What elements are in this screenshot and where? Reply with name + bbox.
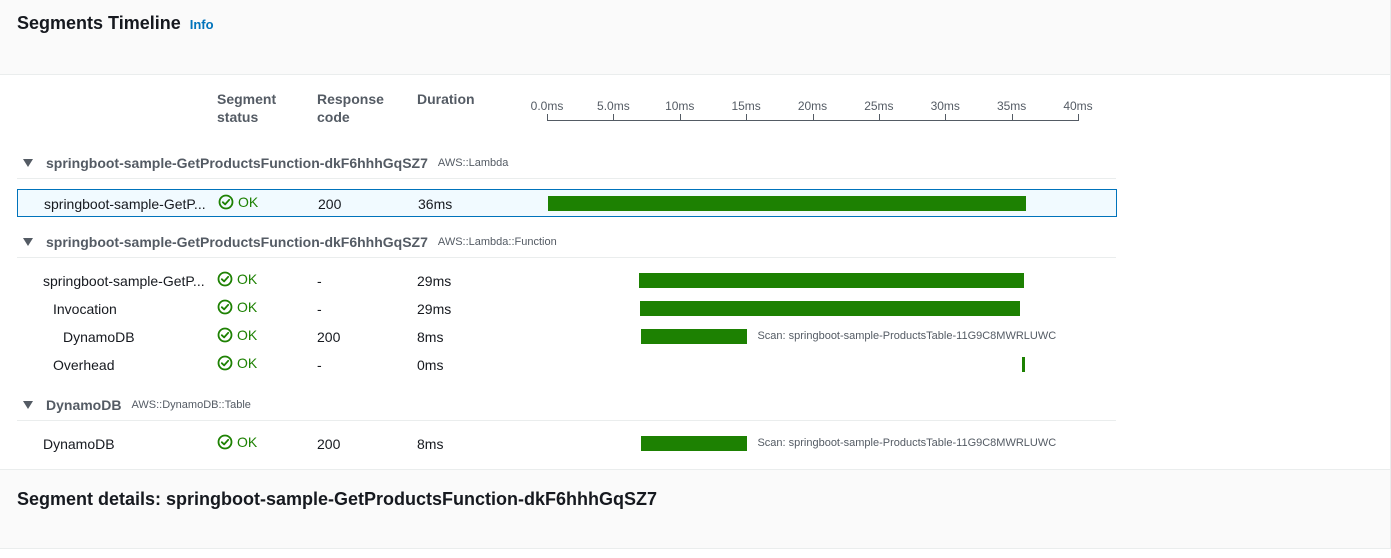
axis-tick-label: 5.0ms	[597, 99, 630, 113]
segment-name[interactable]: springboot-sample-GetP...	[44, 196, 206, 212]
status-text: OK	[237, 355, 258, 371]
column-header-status[interactable]: Segment status	[217, 90, 276, 126]
axis-tick-label: 10ms	[665, 99, 695, 113]
segment-row[interactable]: springboot-sample-GetP... OK 200 36ms	[17, 189, 1117, 217]
segment-name[interactable]: DynamoDB	[43, 436, 115, 452]
bar-label: Scan: springboot-sample-ProductsTable-11…	[757, 330, 1057, 342]
column-header-code[interactable]: Response code	[317, 90, 384, 126]
segment-name[interactable]: Overhead	[53, 357, 114, 373]
status-text: OK	[237, 327, 258, 343]
segment-status: OK	[218, 194, 258, 210]
group-header[interactable]: springboot-sample-GetProductsFunction-dk…	[17, 147, 1116, 179]
check-circle-icon	[217, 355, 233, 371]
group-name: springboot-sample-GetProductsFunction-dk…	[46, 233, 428, 250]
check-circle-icon	[217, 327, 233, 343]
segments-timeline-header: Segments Timeline Info	[0, 0, 1391, 75]
segment-status: OK	[217, 327, 257, 343]
group-name: springboot-sample-GetProductsFunction-dk…	[46, 154, 428, 171]
axis-tick	[878, 114, 880, 121]
segment-row[interactable]: Overhead OK - 0ms	[17, 351, 1117, 379]
status-text: OK	[237, 434, 258, 450]
caret-down-icon[interactable]	[23, 237, 33, 246]
segment-row[interactable]: springboot-sample-GetP... OK - 29ms	[17, 267, 1117, 295]
group-header[interactable]: DynamoDB AWS::DynamoDB::Table	[17, 389, 1116, 421]
group-name: DynamoDB	[46, 396, 122, 413]
duration: 8ms	[417, 436, 444, 452]
axis-tick	[1011, 114, 1013, 121]
timeline-bar[interactable]	[548, 196, 1026, 211]
timeline-bar[interactable]	[641, 329, 748, 344]
timeline-bar[interactable]	[1022, 357, 1026, 372]
axis-tick	[812, 114, 814, 121]
timeline-bar[interactable]	[638, 273, 1024, 288]
segment-status: OK	[217, 355, 257, 371]
axis-tick	[547, 114, 548, 121]
group-header[interactable]: springboot-sample-GetProductsFunction-dk…	[17, 226, 1116, 258]
axis-tick-label: 25ms	[864, 99, 894, 113]
timeline-bar[interactable]	[641, 436, 748, 451]
segment-row[interactable]: DynamoDB OK 200 8ms Scan: springboot-sample-…	[17, 323, 1117, 351]
response-code: -	[317, 357, 322, 373]
caret-down-icon[interactable]	[23, 158, 33, 167]
duration: 29ms	[417, 301, 452, 317]
check-circle-icon	[217, 299, 233, 315]
axis-tick-label: 40ms	[1063, 99, 1093, 113]
segment-details-title: Segment details: springboot-sample-GetPr…	[17, 489, 658, 509]
duration: 36ms	[418, 196, 453, 212]
group-type: AWS::Lambda	[437, 156, 509, 169]
axis-tick	[746, 114, 748, 121]
response-code: -	[317, 301, 322, 317]
duration: 8ms	[417, 329, 444, 345]
status-text: OK	[237, 299, 258, 315]
status-text: OK	[237, 271, 258, 287]
check-circle-icon	[217, 271, 233, 287]
axis-tick-label: 0.0ms	[530, 99, 564, 113]
title-row: Segments Timeline Info	[17, 13, 214, 34]
segment-status: OK	[217, 434, 257, 450]
duration: 0ms	[417, 357, 444, 373]
segment-row[interactable]: Invocation OK - 29ms	[17, 295, 1117, 323]
group-type: AWS::DynamoDB::Table	[131, 398, 251, 411]
bar-label: Scan: springboot-sample-ProductsTable-11…	[757, 437, 1057, 449]
axis-tick-label: 30ms	[930, 99, 960, 113]
axis-tick-label: 35ms	[996, 99, 1027, 113]
response-code: 200	[317, 329, 341, 345]
duration: 29ms	[417, 273, 452, 289]
axis-tick	[1078, 114, 1079, 121]
segment-row[interactable]: DynamoDB OK 200 8ms Scan: springboot-sample-…	[17, 430, 1117, 458]
response-code: 200	[318, 196, 342, 212]
segment-name[interactable]: springboot-sample-GetP...	[43, 273, 205, 289]
timeline-bar[interactable]	[639, 301, 1020, 316]
segment-status: OK	[217, 299, 257, 315]
column-header-duration[interactable]: Duration	[417, 90, 475, 108]
axis-tick-label: 20ms	[797, 99, 828, 113]
status-text: OK	[238, 194, 259, 210]
axis-tick-label: 15ms	[731, 99, 761, 113]
group-type: AWS::Lambda::Function	[437, 235, 557, 248]
page-title: Segments Timeline	[17, 13, 181, 33]
response-code: 200	[317, 436, 341, 452]
axis-tick	[945, 114, 947, 121]
segment-name[interactable]: DynamoDB	[63, 329, 135, 345]
check-circle-icon	[218, 194, 234, 210]
check-circle-icon	[217, 434, 233, 450]
segment-name[interactable]: Invocation	[53, 301, 117, 317]
caret-down-icon[interactable]	[23, 400, 33, 409]
segment-details-panel: Segment details: springboot-sample-GetPr…	[0, 469, 1391, 549]
axis-tick	[613, 114, 615, 121]
response-code: -	[317, 273, 322, 289]
info-link[interactable]: Info	[190, 17, 214, 32]
segment-status: OK	[217, 271, 257, 287]
axis-tick	[679, 114, 681, 121]
